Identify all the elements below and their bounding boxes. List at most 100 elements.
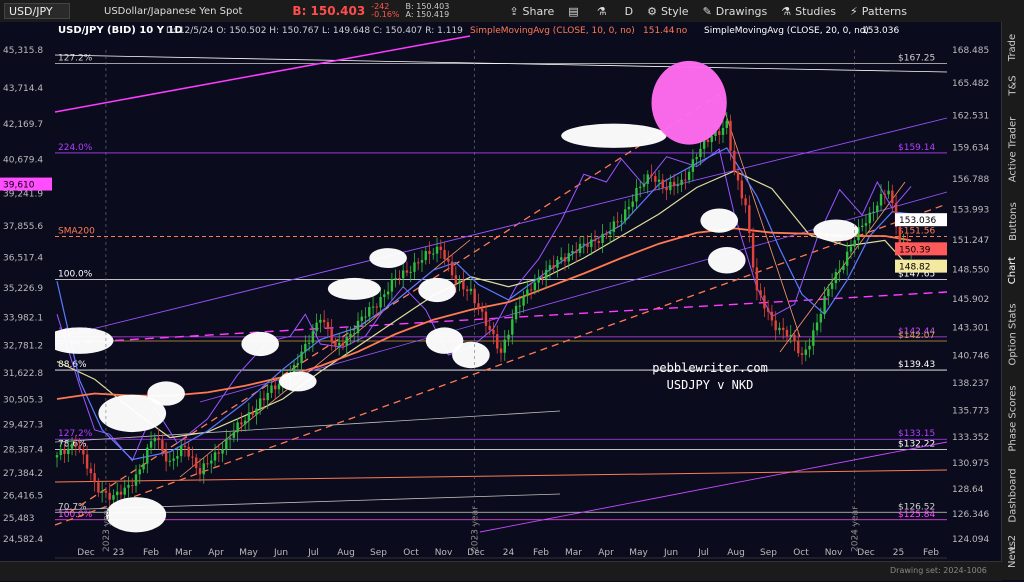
drawings-button[interactable]: ✎ Drawings — [703, 5, 768, 18]
pencil-icon: ✎ — [702, 4, 712, 18]
price-chart[interactable]: 127.2% $167.25224.0% $159.14SMA200 $151.561… — [0, 22, 1002, 561]
candle-body — [868, 212, 871, 224]
candle-body — [417, 262, 420, 264]
candle-body — [815, 322, 819, 331]
candle-body — [849, 246, 853, 252]
style-button[interactable]: ⚙ Style — [647, 5, 689, 18]
candle-body — [804, 349, 807, 355]
candle-body — [439, 246, 442, 250]
candle-body — [153, 437, 157, 442]
x-tick-9: Sep — [370, 548, 387, 558]
left-tick-14: 27,384.2 — [3, 469, 43, 479]
tab-buttons[interactable]: Buttons — [1002, 196, 1024, 246]
year-label-1: 2023 year — [471, 506, 481, 552]
left-tick-8: 33,982.1 — [3, 313, 43, 323]
tab-news[interactable]: News — [1002, 532, 1024, 576]
right-tick-16: 126.346 — [952, 510, 989, 520]
flask-button[interactable]: ⚗ — [597, 5, 611, 18]
candle-body — [744, 198, 747, 206]
candle-body — [225, 438, 228, 450]
candle-body — [232, 432, 236, 438]
x-tick-3: Mar — [175, 548, 192, 558]
candle-body — [266, 392, 269, 401]
symbol-input[interactable]: USD/JPY — [4, 3, 70, 19]
candle-body — [480, 308, 484, 312]
year-label-2: 2024 year — [851, 506, 861, 552]
fib-pct-3: 100.0% — [58, 270, 93, 280]
candle-body — [168, 460, 172, 462]
tab-trade[interactable]: Trade — [1002, 30, 1024, 64]
tab-ts[interactable]: T&S — [1002, 70, 1024, 100]
candle-body — [552, 265, 555, 268]
candle-body — [876, 205, 879, 212]
right-tick-10: 140.746 — [952, 352, 989, 362]
candle-body — [217, 452, 220, 454]
candle-body — [97, 482, 100, 493]
print-button[interactable]: ▤ — [568, 5, 582, 18]
candle-body — [277, 384, 281, 390]
print-icon: ▤ — [568, 4, 579, 18]
share-button[interactable]: ⇪ Share — [509, 5, 554, 18]
patterns-button[interactable]: ⚡ Patterns — [850, 5, 907, 18]
left-tick-15: 26,416.5 — [3, 492, 43, 502]
candle-body — [262, 398, 266, 401]
candle-body — [518, 305, 522, 307]
candle-body — [819, 313, 823, 323]
candle-body — [353, 333, 356, 335]
tab-active-trader[interactable]: Active Trader — [1002, 106, 1024, 192]
highlight-ellipse-14 — [707, 247, 746, 274]
candle-body — [763, 295, 766, 309]
tab-chart[interactable]: Chart — [1002, 250, 1024, 290]
candle-body — [808, 345, 811, 350]
studies-button[interactable]: ⚗ Studies — [781, 5, 836, 18]
ohlc-readout: D: 12/5/24 O: 150.502 H: 150.767 L: 149.… — [166, 26, 463, 36]
candle-body — [202, 463, 205, 475]
tab-option-stats[interactable]: Option Stats — [1002, 294, 1024, 374]
highlight-ellipse-10 — [452, 341, 490, 369]
candle-body — [488, 325, 491, 330]
candle-body — [680, 179, 683, 185]
candle-body — [78, 446, 81, 450]
candle-body — [751, 233, 755, 268]
x-tick-22: Oct — [793, 548, 809, 558]
candle-body — [650, 174, 653, 177]
period-button[interactable]: D — [625, 5, 633, 18]
right-tick-17: 124.094 — [952, 535, 989, 545]
fib-pct-1: 224.0% — [58, 143, 93, 153]
highlight-ellipse-13 — [700, 208, 739, 233]
highlight-ellipse-8 — [418, 277, 456, 303]
candle-body — [879, 194, 883, 206]
right-tick-6: 151.247 — [952, 236, 989, 246]
candle-body — [383, 294, 386, 297]
candle-body — [582, 243, 585, 245]
right-tick-4: 156.788 — [952, 175, 989, 185]
candle-body — [405, 270, 409, 273]
candle-body — [533, 282, 537, 291]
tab-phase-scores[interactable]: Phase Scores — [1002, 378, 1024, 458]
candle-body — [477, 303, 480, 309]
right-tick-15: 128.64 — [952, 485, 984, 495]
candle-body — [401, 270, 405, 279]
x-tick-6: Jun — [273, 548, 288, 558]
right-tick-14: 130.975 — [952, 459, 989, 469]
candle-body — [274, 385, 277, 390]
candle-body — [631, 201, 634, 207]
flask-icon: ⚗ — [596, 4, 607, 18]
candle-body — [755, 267, 759, 291]
candle-body — [635, 187, 638, 202]
chart-background — [0, 22, 1002, 561]
candle-body — [556, 259, 559, 268]
candle-body — [593, 239, 597, 242]
candle-body — [718, 131, 721, 135]
candle-body — [420, 260, 424, 263]
candle-body — [345, 337, 348, 346]
candle-body — [733, 150, 736, 172]
candle-body — [842, 265, 845, 270]
candle-body — [172, 458, 175, 461]
candle-body — [661, 179, 664, 188]
candle-body — [469, 288, 473, 292]
x-tick-5: May — [239, 548, 258, 558]
candle-body — [108, 492, 111, 500]
candle-body — [883, 194, 886, 196]
candle-body — [654, 176, 657, 182]
